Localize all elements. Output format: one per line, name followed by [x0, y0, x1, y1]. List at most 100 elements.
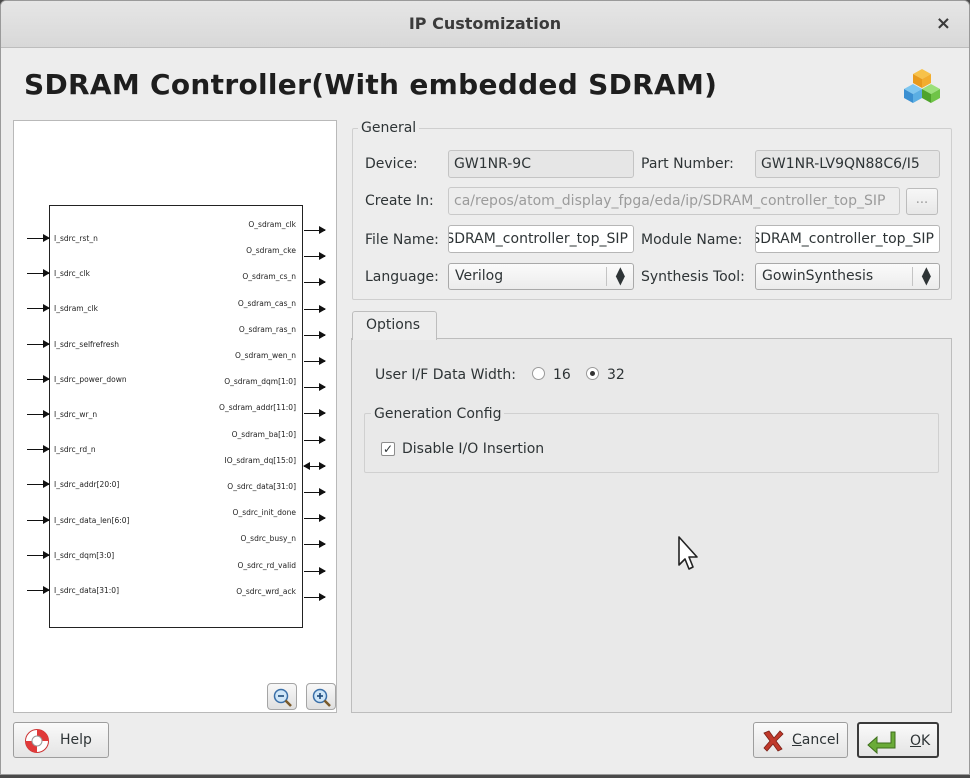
input-pin-label: I_sdrc_data[31:0]: [54, 586, 120, 595]
ip-symbol-panel[interactable]: I_sdrc_rst_n I_sdrc_clk I_sdram_clk I_sdrc_…: [13, 120, 337, 713]
help-lifebuoy-icon: [25, 729, 49, 753]
browse-button[interactable]: ...: [906, 188, 938, 215]
updown-arrows-icon: ▲ ▼: [921, 264, 931, 287]
output-pin-arrow: [304, 409, 326, 418]
device-label: Device:: [365, 156, 418, 172]
part-number-label: Part Number:: [641, 156, 734, 172]
input-pin-arrow: [27, 304, 50, 313]
output-pin-label: IO_sdram_dq[15:0]: [224, 455, 296, 465]
output-pin-arrow: [304, 304, 326, 313]
width-16-radio[interactable]: [532, 367, 545, 380]
close-icon[interactable]: ×: [936, 13, 951, 34]
output-pin-label: O_sdrc_wrd_ack: [236, 586, 296, 596]
output-pin-label: O_sdram_addr[11:0]: [219, 403, 296, 413]
combo-separator: [606, 267, 607, 286]
ok-label-rest: K: [921, 733, 931, 749]
output-pin-arrow: [304, 330, 326, 339]
input-pin-arrow: [27, 445, 50, 454]
output-pin-label: O_sdram_cke: [246, 246, 296, 256]
cancel-mnemonic: C: [792, 732, 802, 748]
input-pin-arrow: [27, 515, 50, 524]
input-pin-label: I_sdrc_wr_n: [54, 410, 98, 419]
output-pin-label: O_sdram_dqm[1:0]: [224, 377, 296, 387]
output-pin-arrow: [304, 278, 326, 287]
zoom-out-button[interactable]: [267, 683, 297, 710]
mouse-pointer-icon: [678, 536, 698, 570]
bidir-pin-arrow: [303, 461, 326, 470]
output-pin-label: O_sdram_ba[1:0]: [231, 429, 296, 439]
output-pin-arrow: [304, 514, 326, 523]
input-pin-label: I_sdrc_data_len[6:0]: [54, 515, 130, 525]
input-pin-arrow: [27, 269, 50, 278]
output-pin-label: O_sdram_cs_n: [242, 272, 296, 282]
ok-button[interactable]: OK: [857, 722, 939, 758]
device-field: GW1NR-9C: [448, 150, 634, 178]
input-pin-label: I_sdrc_addr[20:0]: [54, 480, 120, 490]
cancel-x-icon: [763, 730, 784, 752]
zoom-in-icon: [312, 688, 331, 707]
output-pin-label: O_sdrc_busy_n: [240, 534, 296, 544]
zoom-in-button[interactable]: [306, 683, 336, 710]
input-pin-label: I_sdrc_dqm[3:0]: [54, 550, 115, 560]
output-pin-arrow: [304, 566, 326, 575]
module-name-label: Module Name:: [641, 232, 743, 248]
output-pin-label: O_sdram_cas_n: [237, 298, 296, 308]
help-button[interactable]: Help: [13, 722, 109, 758]
module-name-field[interactable]: SDRAM_controller_top_SIP: [755, 225, 940, 253]
create-in-field: ca/repos/atom_display_fpga/eda/ip/SDRAM_…: [448, 187, 900, 215]
input-pin-label: I_sdram_clk: [54, 304, 98, 314]
title-bar[interactable]: IP Customization ×: [1, 1, 969, 48]
input-pin-label: I_sdrc_rst_n: [54, 234, 98, 243]
input-pin-arrow: [27, 339, 50, 348]
output-pin-label: O_sdrc_data[31:0]: [227, 482, 296, 491]
ok-label: OK: [910, 733, 930, 749]
disable-io-label[interactable]: Disable I/O Insertion: [402, 441, 544, 457]
output-pin-label: O_sdrc_rd_valid: [237, 560, 296, 570]
updown-arrows-icon: ▲ ▼: [615, 264, 625, 287]
enter-arrow-icon: [867, 731, 896, 755]
input-pin-arrow: [27, 234, 50, 242]
width-32-label[interactable]: 32: [607, 367, 625, 383]
file-name-label: File Name:: [365, 232, 439, 248]
input-pin-arrow: [27, 480, 50, 489]
disable-io-checkbox[interactable]: ✓: [381, 442, 395, 456]
output-pin-label: O_sdram_ras_n: [238, 324, 296, 334]
options-panel: [351, 338, 952, 713]
input-pin-label: I_sdrc_power_down: [54, 374, 127, 384]
help-label: Help: [60, 732, 92, 748]
ip-customization-dialog: IP Customization × SDRAM Controller(With…: [0, 0, 970, 775]
window-title: IP Customization: [408, 14, 562, 33]
tab-options[interactable]: Options: [352, 311, 437, 340]
page-title: SDRAM Controller(With embedded SDRAM): [24, 68, 718, 101]
input-pin-arrow: [27, 374, 50, 383]
create-in-label: Create In:: [365, 193, 434, 209]
part-number-field: GW1NR-LV9QN88C6/I5: [755, 150, 940, 178]
output-pin-arrow: [304, 357, 326, 365]
language-value: Verilog: [455, 268, 504, 284]
file-name-field[interactable]: SDRAM_controller_top_SIP: [448, 225, 634, 253]
output-pin-label: O_sdrc_init_done: [232, 508, 296, 518]
input-pin-arrow: [27, 410, 50, 418]
cancel-label: Cancel: [792, 732, 839, 748]
input-pin-arrow: [27, 586, 50, 594]
output-pin-arrow: [304, 383, 326, 392]
synthesis-tool-label: Synthesis Tool:: [641, 269, 745, 285]
width-32-radio[interactable]: [586, 367, 599, 380]
language-select[interactable]: Verilog ▲ ▼: [448, 263, 634, 290]
general-legend: General: [358, 120, 420, 136]
generation-config-legend: Generation Config: [371, 406, 505, 422]
cancel-label-rest: ancel: [801, 732, 840, 748]
input-pin-label: I_sdrc_rd_n: [54, 445, 96, 455]
ip-cubes-icon: [904, 69, 940, 103]
output-pin-arrow: [304, 488, 326, 496]
output-pin-label: O_sdram_wen_n: [234, 351, 296, 360]
cancel-button[interactable]: Cancel: [753, 722, 848, 758]
synthesis-tool-value: GowinSynthesis: [762, 268, 874, 284]
output-pin-arrow: [304, 435, 326, 444]
width-16-label[interactable]: 16: [553, 367, 571, 383]
input-pin-label: I_sdrc_clk: [54, 269, 90, 279]
output-pin-arrow: [304, 226, 326, 234]
zoom-out-icon: [273, 688, 292, 707]
combo-separator: [912, 267, 913, 286]
synthesis-tool-select[interactable]: GowinSynthesis ▲ ▼: [755, 263, 940, 290]
